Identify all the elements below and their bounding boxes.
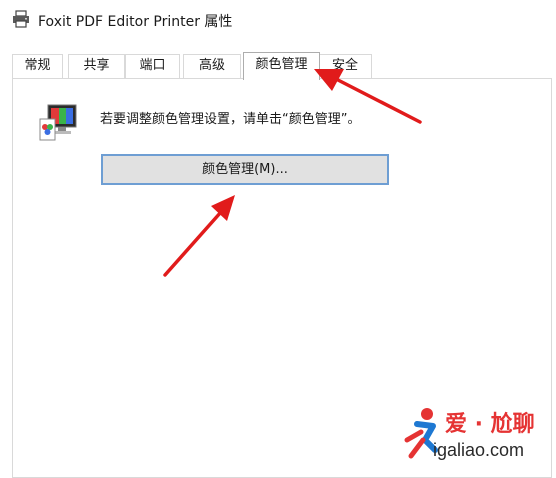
tab-strip: 常规 共享 端口 高级 颜色管理 安全 bbox=[12, 52, 552, 80]
tab-ports[interactable]: 端口 bbox=[125, 54, 180, 78]
watermark: 爱 · 尬聊 igaliao.com bbox=[395, 400, 555, 470]
color-management-icon bbox=[39, 104, 77, 141]
annotation-arrow-button bbox=[163, 195, 235, 277]
tab-advanced[interactable]: 高级 bbox=[183, 54, 241, 78]
printer-icon bbox=[13, 10, 29, 28]
watermark-title: 爱 · 尬聊 bbox=[445, 412, 535, 437]
tab-sharing[interactable]: 共享 bbox=[68, 54, 125, 78]
window-title: Foxit PDF Editor Printer 属性 bbox=[38, 14, 233, 30]
watermark-url: igaliao.com bbox=[433, 440, 525, 460]
tab-general[interactable]: 常规 bbox=[12, 54, 63, 78]
color-management-button[interactable]: 颜色管理(M)... bbox=[101, 154, 389, 185]
annotation-arrow-tab bbox=[314, 69, 422, 124]
title-bar: Foxit PDF Editor Printer 属性 bbox=[0, 0, 556, 40]
